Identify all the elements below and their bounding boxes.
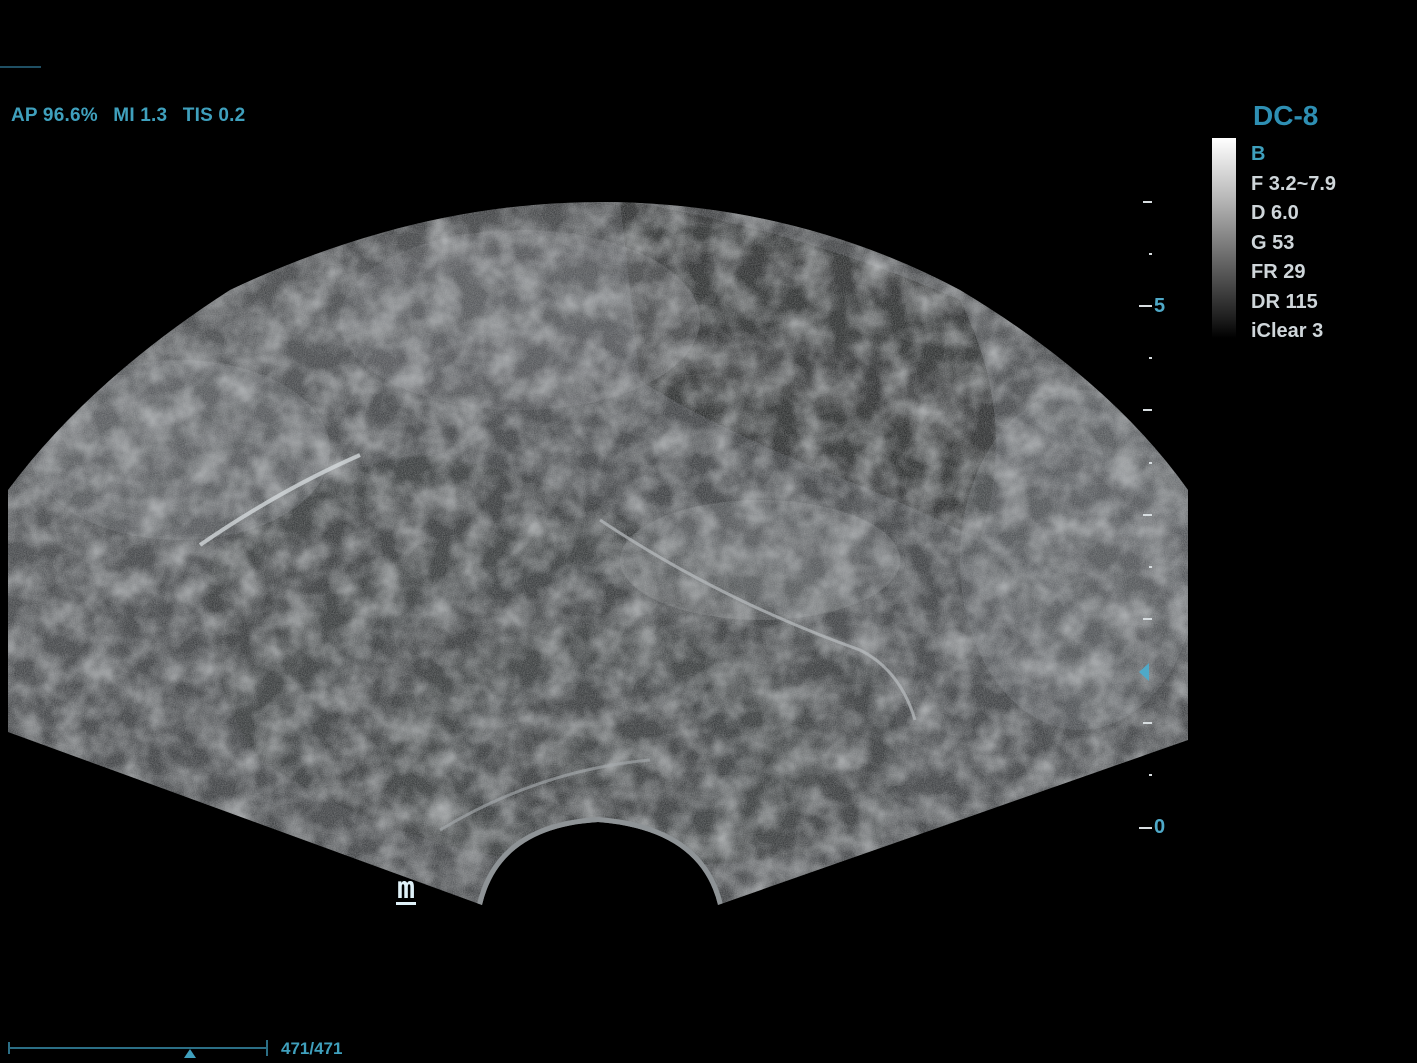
cine-end-tick	[266, 1040, 268, 1056]
depth-tick	[1143, 722, 1152, 724]
depth-tick	[1149, 253, 1152, 255]
acoustic-output-readout: AP 96.6% MI 1.3 TIS 0.2	[11, 105, 255, 127]
mi-value: MI 1.3	[113, 105, 168, 126]
gain-label: G 53	[1251, 231, 1295, 254]
ultrasound-sector-image	[8, 201, 1188, 905]
depth-tick	[1143, 618, 1152, 620]
frame-rate-label: FR 29	[1251, 261, 1306, 283]
frequency-label: F 3.2~7.9	[1251, 172, 1337, 195]
ap-value: AP 96.6%	[11, 105, 98, 126]
depth-tick	[1139, 827, 1152, 829]
depth-label-5: 5	[1154, 295, 1166, 317]
probe-name: DC-8	[1253, 100, 1319, 131]
imaging-parameters: B F 3.2~7.9 D 6.0 G 53 FR 29 DR 115 iCle…	[1251, 140, 1336, 347]
depth-label: D 6.0	[1251, 202, 1299, 224]
depth-tick	[1149, 357, 1152, 359]
top-edge-line	[0, 66, 41, 68]
grayscale-bar	[1212, 138, 1236, 338]
depth-tick	[1143, 514, 1152, 516]
depth-tick	[1149, 462, 1152, 464]
iclear-label: iClear 3	[1251, 320, 1324, 342]
depth-label-0: 0	[1154, 816, 1166, 838]
cine-thumb-icon[interactable]	[184, 1049, 196, 1058]
depth-tick	[1149, 774, 1152, 776]
depth-tick	[1143, 409, 1152, 411]
depth-tick	[1143, 201, 1152, 203]
orientation-marker: m	[396, 871, 417, 906]
dynamic-range-label: DR 115	[1251, 290, 1318, 313]
cine-track[interactable]	[8, 1047, 268, 1049]
frame-counter: 471/471	[281, 1039, 343, 1058]
mode-label: B	[1251, 143, 1266, 165]
depth-tick	[1139, 305, 1152, 307]
tis-value: TIS 0.2	[182, 105, 246, 126]
focus-marker-icon[interactable]	[1139, 663, 1149, 681]
depth-tick	[1149, 566, 1152, 568]
